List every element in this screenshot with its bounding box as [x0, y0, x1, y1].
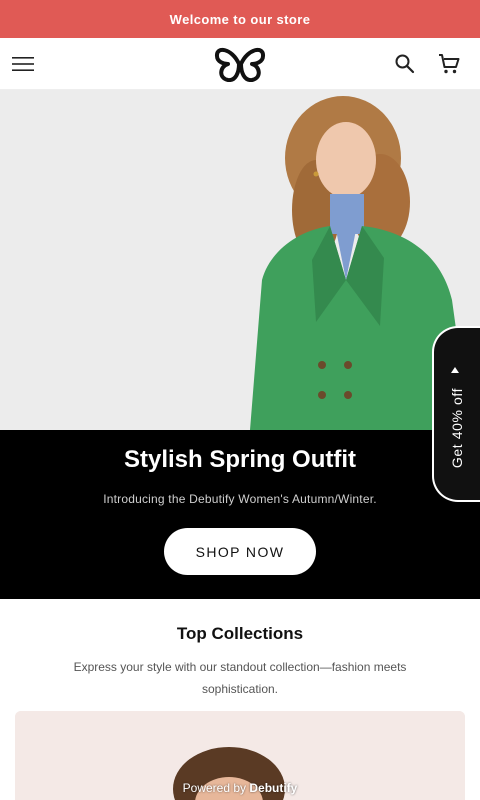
hamburger-menu-icon[interactable] — [12, 53, 34, 75]
collections-title: Top Collections — [176, 624, 304, 643]
powered-prefix: Powered by — [182, 781, 247, 795]
announcement-bar: Welcome to our store — [0, 0, 480, 38]
site-header — [0, 38, 480, 90]
hero-title: Stylish Spring Outfit — [124, 446, 356, 473]
promo-tab[interactable]: Get 40% off — [432, 326, 480, 502]
model-photo — [0, 90, 480, 430]
cart-icon[interactable] — [436, 51, 462, 77]
announcement-text: Welcome to our store — [169, 11, 311, 27]
hero-subtitle: Introducing the Debutify Women's Autumn/… — [103, 492, 377, 506]
caret-up-icon — [451, 367, 459, 373]
hero-image — [0, 90, 480, 430]
powered-brand: Debutify — [249, 781, 298, 795]
powered-by: Powered by Debutify — [0, 781, 480, 795]
hero-banner: Stylish Spring Outfit Introducing the De… — [0, 430, 480, 599]
collections-description: Express your style with our standout col… — [73, 660, 407, 696]
search-icon[interactable] — [393, 52, 417, 76]
shop-now-button[interactable]: SHOP NOW — [164, 528, 316, 575]
butterfly-logo[interactable] — [214, 46, 266, 82]
promo-label: Get 40% off — [449, 387, 465, 469]
